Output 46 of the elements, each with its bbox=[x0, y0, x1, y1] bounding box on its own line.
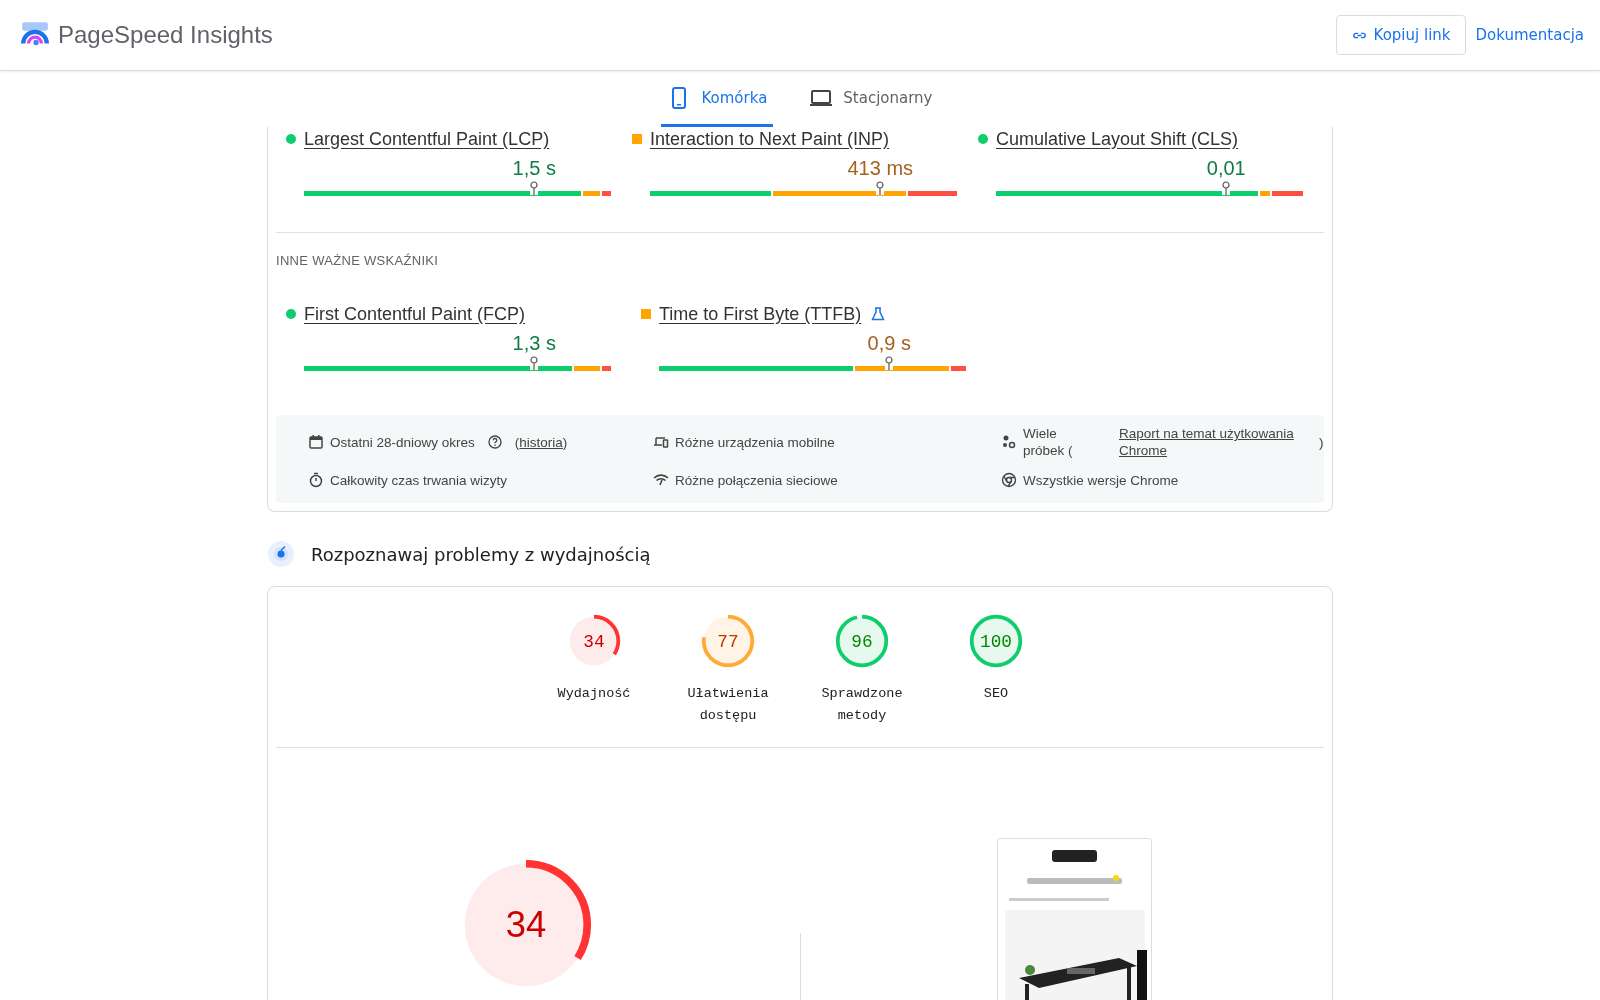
section-label: INNE WAŻNE WSKAŹNIKI bbox=[276, 253, 440, 268]
score-gauge: 100 bbox=[968, 613, 1024, 669]
metric-link[interactable]: Time to First Byte (TTFB) bbox=[659, 303, 862, 325]
metric-value: 413 ms bbox=[847, 157, 914, 180]
metric-link[interactable]: Interaction to Next Paint (INP) bbox=[650, 128, 890, 150]
paren-text: ) bbox=[562, 434, 568, 450]
info-text: Całkowity czas trwania wizyty bbox=[330, 472, 508, 488]
info-text: Różne połączenia sieciowe bbox=[675, 472, 838, 488]
timer-icon bbox=[308, 472, 324, 488]
device-tab[interactable]: Stacjonarny bbox=[803, 71, 939, 127]
paren-text: ) bbox=[1319, 434, 1324, 450]
diagnose-icon bbox=[267, 540, 295, 568]
report-link[interactable]: Raport na temat użytkowania Chrome bbox=[1119, 425, 1319, 459]
score-gauge: 77 bbox=[700, 613, 756, 669]
status-icon bbox=[286, 309, 296, 319]
info-text: Ostatni 28-dniowy okres bbox=[330, 434, 475, 450]
metric-value: 0,01 bbox=[1206, 157, 1246, 180]
status-icon bbox=[978, 134, 988, 144]
documentation-link[interactable]: Dokumentacja bbox=[1475, 26, 1584, 44]
info-text: Wiele próbek ( bbox=[1023, 425, 1074, 459]
report-link[interactable]: historia bbox=[519, 434, 563, 450]
category-label: SEO bbox=[982, 685, 1010, 703]
metric-value: 1,5 s bbox=[512, 157, 556, 180]
info-text: Wszystkie wersje Chrome bbox=[1023, 472, 1179, 488]
status-icon bbox=[632, 134, 642, 144]
status-icon bbox=[641, 309, 651, 319]
metric-value: 0,9 s bbox=[867, 332, 911, 355]
category-label: Ułatwienia dostępu bbox=[686, 685, 770, 725]
metric-link[interactable]: Largest Contentful Paint (LCP) bbox=[304, 128, 550, 150]
status-icon bbox=[286, 134, 296, 144]
calendar-icon bbox=[308, 434, 324, 450]
devices-icon bbox=[653, 434, 669, 450]
section-title: Rozpoznawaj problemy z wydajnością bbox=[311, 543, 651, 565]
dots-icon bbox=[1001, 434, 1017, 450]
category-label: Sprawdzone metody bbox=[820, 685, 904, 725]
category-label: Wydajność bbox=[556, 685, 632, 703]
signal-icon bbox=[653, 472, 669, 488]
copy-link-button[interactable]: Kopiuj link bbox=[1335, 15, 1466, 55]
metric-link[interactable]: Cumulative Layout Shift (CLS) bbox=[996, 128, 1239, 150]
app-title: PageSpeed Insights bbox=[58, 21, 273, 49]
metric-value: 1,3 s bbox=[512, 332, 556, 355]
info-text: Różne urządzenia mobilne bbox=[675, 434, 835, 450]
paren-text: ( bbox=[514, 434, 520, 450]
metric-link[interactable]: First Contentful Paint (FCP) bbox=[304, 303, 526, 325]
chrome-icon bbox=[1001, 472, 1017, 488]
score-gauge: 96 bbox=[834, 613, 890, 669]
